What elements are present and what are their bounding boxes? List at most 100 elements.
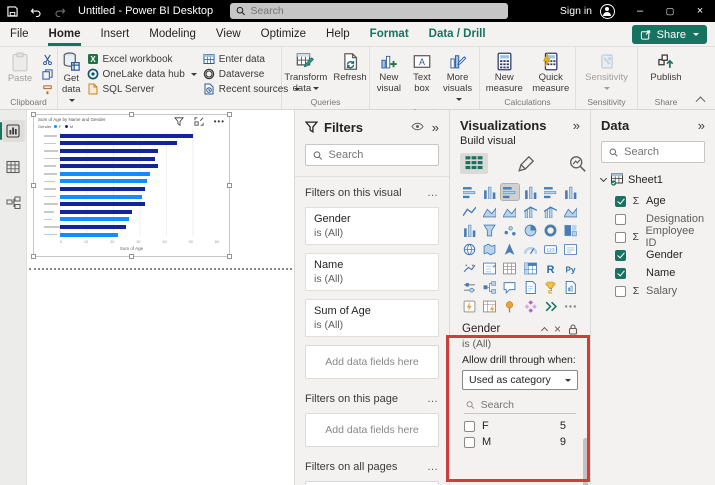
bar-row[interactable] (60, 223, 219, 231)
menu-tab-modeling[interactable]: Modeling (139, 22, 206, 47)
checkbox[interactable] (464, 421, 475, 432)
bar[interactable] (60, 233, 118, 237)
resize-handle[interactable] (31, 254, 36, 259)
cut-icon[interactable] (42, 52, 53, 66)
bar-row[interactable] (60, 231, 219, 239)
stacked-area-chart-icon[interactable] (501, 203, 519, 219)
bar-row[interactable] (60, 185, 219, 193)
power-automate-icon[interactable] (480, 298, 498, 314)
table-sheet1[interactable]: Sheet1 (601, 173, 705, 186)
section-more-options-icon[interactable]: … (427, 393, 439, 405)
smart-narrative-icon[interactable] (521, 279, 539, 295)
resize-handle[interactable] (31, 183, 36, 188)
redo-icon[interactable] (48, 0, 72, 22)
resize-handle[interactable] (227, 183, 232, 188)
menu-tab-view[interactable]: View (206, 22, 251, 47)
100-stacked-column-chart-icon[interactable] (562, 184, 580, 200)
drill-when-dropdown[interactable]: Used as category (462, 370, 578, 390)
scatter-chart-icon[interactable] (501, 222, 519, 238)
100-stacked-bar-chart-icon[interactable] (541, 184, 559, 200)
filters-search-input[interactable] (329, 149, 431, 161)
bar[interactable] (60, 225, 126, 229)
waterfall-chart-icon[interactable] (460, 222, 478, 238)
bar[interactable] (60, 149, 158, 153)
add-data-fields-dropzone[interactable]: Add data fields here (305, 413, 439, 447)
close-button[interactable]: × (685, 0, 715, 22)
minimize-button[interactable]: – (625, 0, 655, 22)
field-row-employee-id[interactable]: ΣEmployee ID (601, 228, 705, 246)
hierarchy-visual-icon[interactable] (521, 298, 539, 314)
bar-row[interactable] (60, 216, 219, 224)
collapse-pane-icon[interactable]: » (432, 121, 439, 134)
menu-tab-data-drill[interactable]: Data / Drill (419, 22, 496, 47)
sensitivity-button[interactable]: Sensitivity (581, 50, 633, 95)
new-measure-button[interactable]: New measure (484, 50, 525, 95)
bar-chart-visual[interactable]: ••• Sum of Age by Name and Gender Gender… (33, 114, 230, 257)
resize-handle[interactable] (129, 254, 134, 259)
add-data-fields-dropzone[interactable]: Add data fields here (305, 345, 439, 379)
map-icon[interactable] (460, 241, 478, 257)
power-apps-icon[interactable] (460, 298, 478, 314)
new-visual-button[interactable]: New visual (374, 50, 404, 95)
save-icon[interactable] (0, 0, 24, 22)
slicer-icon[interactable] (480, 260, 498, 276)
menu-tab-insert[interactable]: Insert (90, 22, 139, 47)
bar[interactable] (60, 210, 132, 214)
scrollbar-thumb[interactable] (583, 438, 588, 485)
add-data-fields-dropzone[interactable]: Add data fields here (305, 481, 439, 485)
drill-search-box[interactable] (464, 396, 576, 414)
kpi-icon[interactable] (460, 260, 478, 276)
publish-button[interactable]: Publish (646, 50, 686, 84)
bar-row[interactable] (60, 200, 219, 208)
menu-tab-format[interactable]: Format (360, 22, 419, 47)
section-more-options-icon[interactable]: … (427, 461, 439, 473)
bar-row[interactable] (60, 178, 219, 186)
format-visual-tab[interactable] (514, 153, 539, 174)
more-options-icon[interactable]: ••• (214, 120, 225, 124)
area-chart-icon[interactable] (480, 203, 498, 219)
menu-tab-help[interactable]: Help (316, 22, 360, 47)
filter-card-gender[interactable]: Genderis (All) (305, 207, 439, 245)
line-and-stacked-column-chart-icon[interactable] (521, 203, 539, 219)
paginated-report-icon[interactable] (562, 279, 580, 295)
model-view-button[interactable] (2, 192, 25, 214)
table-view-button[interactable] (2, 156, 25, 178)
filter-card-sum-of-age[interactable]: Sum of Ageis (All) (305, 299, 439, 337)
collapse-ribbon-icon[interactable] (697, 95, 707, 105)
copy-icon[interactable] (42, 67, 53, 81)
bar-row[interactable] (60, 155, 219, 163)
filled-map-icon[interactable] (480, 241, 498, 257)
multi-row-card-icon[interactable] (562, 241, 580, 257)
stacked-bar-chart-icon[interactable] (460, 184, 478, 200)
bar[interactable] (60, 164, 158, 168)
refresh-button[interactable]: Refresh (333, 50, 366, 84)
resize-handle[interactable] (129, 112, 134, 117)
r-script-visual-icon[interactable]: R (541, 260, 559, 276)
resize-handle[interactable] (31, 112, 36, 117)
decomposition-tree-icon[interactable] (480, 279, 498, 295)
build-visual-tab[interactable] (460, 153, 488, 174)
sql-server-button[interactable]: SQL Server (87, 82, 197, 96)
global-search-input[interactable] (250, 5, 502, 17)
field-checkbox[interactable] (615, 232, 626, 243)
share-button[interactable]: Share (632, 25, 707, 44)
undo-icon[interactable] (24, 0, 48, 22)
key-influencers-icon[interactable] (460, 279, 478, 295)
paste-button[interactable]: Paste (4, 50, 36, 85)
menu-tab-home[interactable]: Home (39, 22, 91, 47)
more-options-icon[interactable] (562, 298, 580, 314)
remove-field-icon[interactable]: × (554, 322, 561, 336)
more-visuals-button[interactable]: More visuals (440, 50, 475, 106)
gauge-icon[interactable] (521, 241, 539, 257)
menu-tab-optimize[interactable]: Optimize (251, 22, 316, 47)
bar-row[interactable] (60, 132, 219, 140)
global-search-box[interactable] (230, 3, 508, 19)
resize-handle[interactable] (227, 254, 232, 259)
field-checkbox[interactable] (615, 268, 626, 279)
transform-data-button[interactable]: Transform data (284, 50, 327, 95)
filter-card-name[interactable]: Nameis (All) (305, 253, 439, 291)
bar-row[interactable] (60, 170, 219, 178)
quick-measure-button[interactable]: Quick measure (531, 50, 572, 95)
section-more-options-icon[interactable]: … (427, 187, 439, 199)
menu-tab-file[interactable]: File (0, 22, 39, 47)
